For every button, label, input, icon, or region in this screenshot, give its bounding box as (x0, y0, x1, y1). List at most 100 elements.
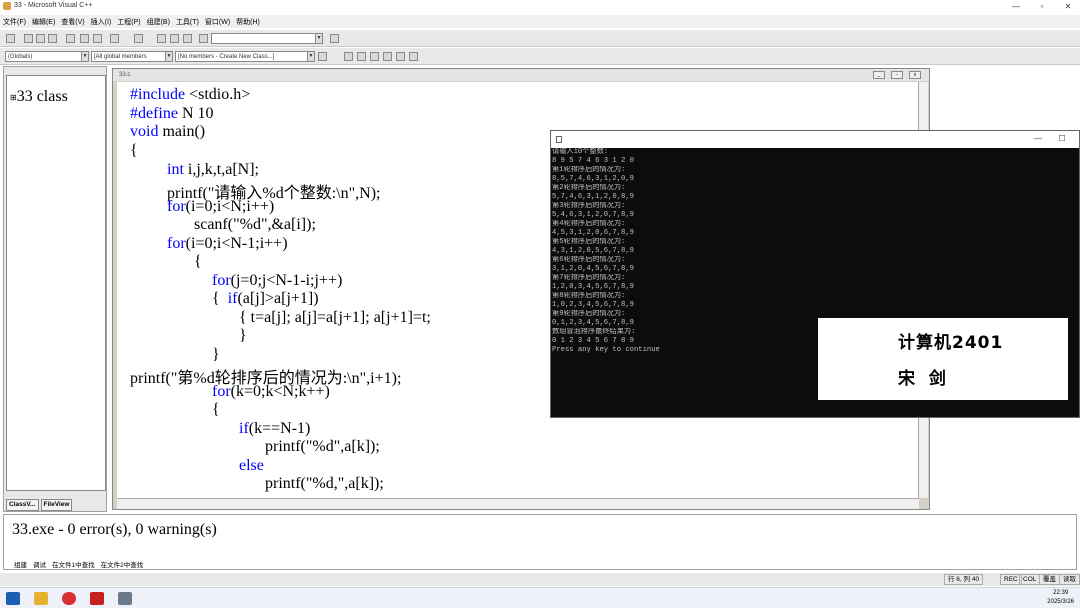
execute-icon[interactable] (383, 52, 392, 61)
visual-cpp-icon[interactable] (118, 592, 132, 605)
console-line: 1,2,0,3,4,5,6,7,8,9 (552, 283, 634, 291)
tab-find-in-files-2[interactable]: 在文件2中查找 (101, 559, 144, 570)
console-line: 8 9 5 7 4 6 3 1 2 0 (552, 157, 634, 165)
save-all-icon[interactable] (48, 34, 57, 43)
browser-icon[interactable] (62, 592, 76, 605)
find-in-files-icon[interactable] (199, 34, 208, 43)
console-line: 4,5,3,1,2,0,6,7,8,9 (552, 229, 634, 237)
tab-build[interactable]: 组建 (14, 559, 27, 570)
paste-icon[interactable] (93, 34, 102, 43)
class-combo[interactable]: [No members - Create New Class...] ▼ (175, 51, 315, 62)
code-line: { if(a[j]>a[j+1]) (212, 290, 319, 307)
expand-icon[interactable]: ⊞ (10, 93, 17, 102)
menu-file[interactable]: 文件(F) (0, 15, 29, 28)
build-result: 33.exe - 0 error(s), 0 warning(s) (12, 521, 217, 538)
code-line: } (212, 346, 220, 363)
tab-find-in-files-1[interactable]: 在文件1中查找 (52, 559, 95, 570)
student-name: 宋 剑 (898, 369, 950, 389)
code-line: for(i=0;i<N-1;i++) (167, 235, 288, 252)
taskbar: 22:39 2025/3/26 (0, 587, 1080, 608)
menu-tools[interactable]: 工具(T) (173, 15, 202, 28)
console-line: 第5轮排序后的情况为: (552, 238, 626, 246)
editor-close-icon[interactable]: x (909, 71, 921, 79)
compile-icon[interactable] (344, 52, 353, 61)
tab-classview[interactable]: ClassV... (6, 499, 39, 511)
wps-icon[interactable] (90, 592, 104, 605)
output-window-icon[interactable] (170, 34, 179, 43)
close-icon[interactable]: ✕ (1056, 0, 1080, 13)
menu-view[interactable]: 查看(V) (58, 15, 87, 28)
console-line: 5,7,4,6,3,1,2,0,8,9 (552, 193, 634, 201)
tree-root[interactable]: ⊞33 class (10, 88, 68, 106)
editor-minimize-icon[interactable]: _ (873, 71, 885, 79)
breakpoint-icon[interactable] (409, 52, 418, 61)
menu-project[interactable]: 工程(P) (114, 15, 143, 28)
console-line: 1,0,2,3,4,5,6,7,8,9 (552, 301, 634, 309)
workspace-icon[interactable] (157, 34, 166, 43)
menu-bar: 文件(F) 编辑(E) 查看(V) 插入(I) 工程(P) 组建(B) 工具(T… (0, 15, 1080, 28)
clock-time: 22:39 (1053, 590, 1069, 596)
class-tree[interactable]: ⊞33 class (6, 75, 106, 491)
build-icon[interactable] (357, 52, 366, 61)
file-explorer-icon[interactable] (34, 592, 48, 605)
code-line: void main() (130, 123, 206, 140)
code-line: else (239, 457, 264, 474)
console-line: 请输入10个整数: (552, 148, 609, 156)
wizard-action-icon[interactable] (318, 52, 327, 61)
undo-icon[interactable] (110, 34, 119, 43)
menu-window[interactable]: 窗口(W) (202, 15, 233, 28)
output-tabs: 组建 调试 在文件1中查找 在文件2中查找 (14, 559, 149, 570)
editor-restore-icon[interactable]: ▫ (891, 71, 903, 79)
console-maximize-icon[interactable]: ☐ (1051, 133, 1073, 145)
minimize-icon[interactable]: — (1004, 0, 1028, 13)
find-combo[interactable]: ▼ (211, 33, 323, 44)
console-icon (556, 136, 562, 143)
console-line: 第6轮排序后的情况为: (552, 256, 626, 264)
code-line: int i,j,k,t,a[N]; (167, 161, 259, 178)
window-list-icon[interactable] (183, 34, 192, 43)
tab-debug[interactable]: 调试 (33, 559, 46, 570)
cut-icon[interactable] (66, 34, 75, 43)
tab-fileview[interactable]: FileView (40, 499, 73, 511)
copy-icon[interactable] (80, 34, 89, 43)
menu-help[interactable]: 帮助(H) (233, 15, 263, 28)
status-ovr: 覆盖 (1039, 574, 1060, 585)
workspace-pane: ⊞33 class ClassV... FileView (3, 66, 107, 512)
code-line: { (130, 142, 138, 159)
code-line: printf("%d,",a[k]); (265, 475, 384, 492)
app-icon (3, 2, 11, 10)
members-combo[interactable]: [All global members ▼ (91, 51, 173, 62)
stop-build-icon[interactable] (370, 52, 379, 61)
go-icon[interactable] (396, 52, 405, 61)
code-line: #define N 10 (130, 105, 214, 122)
console-line: 第4轮排序后的情况为: (552, 220, 626, 228)
redo-icon[interactable] (134, 34, 143, 43)
chevron-down-icon[interactable]: ▼ (315, 34, 322, 43)
chevron-down-icon[interactable]: ▼ (307, 52, 314, 61)
windows-start-icon[interactable] (6, 592, 20, 605)
wizard-toolbar: (Globals) ▼ [All global members ▼ [No memb… (0, 48, 1080, 65)
code-line: { (212, 401, 220, 418)
cursor-position: 行 6, 列 40 (944, 574, 984, 585)
status-bar: 行 6, 列 40 REC COL 覆盖 读取 (0, 573, 1080, 586)
name-card: 计算机2401 宋 剑 (818, 318, 1068, 400)
workspace-tabs: ClassV... FileView (6, 499, 106, 511)
new-file-icon[interactable] (6, 34, 15, 43)
code-line: for(j=0;j<N-1-i;j++) (212, 272, 343, 289)
title-bar: 33 - Microsoft Visual C++ — ▫ ✕ (0, 0, 1080, 13)
open-folder-icon[interactable] (24, 34, 33, 43)
menu-insert[interactable]: 插入(I) (88, 15, 115, 28)
console-line: 第1轮排序后的情况为: (552, 166, 626, 174)
search-icon[interactable] (330, 34, 339, 43)
chevron-down-icon[interactable]: ▼ (81, 52, 88, 61)
editor-horizontal-scrollbar[interactable] (117, 498, 919, 509)
code-line: #include <stdio.h> (130, 86, 251, 103)
save-icon[interactable] (36, 34, 45, 43)
menu-edit[interactable]: 编辑(E) (29, 15, 58, 28)
maximize-icon[interactable]: ▫ (1030, 0, 1054, 13)
system-clock[interactable]: 22:39 2025/3/26 (1047, 589, 1074, 607)
console-minimize-icon[interactable]: — (1027, 133, 1049, 145)
chevron-down-icon[interactable]: ▼ (165, 52, 172, 61)
menu-build[interactable]: 组建(B) (144, 15, 173, 28)
globals-combo[interactable]: (Globals) ▼ (5, 51, 89, 62)
